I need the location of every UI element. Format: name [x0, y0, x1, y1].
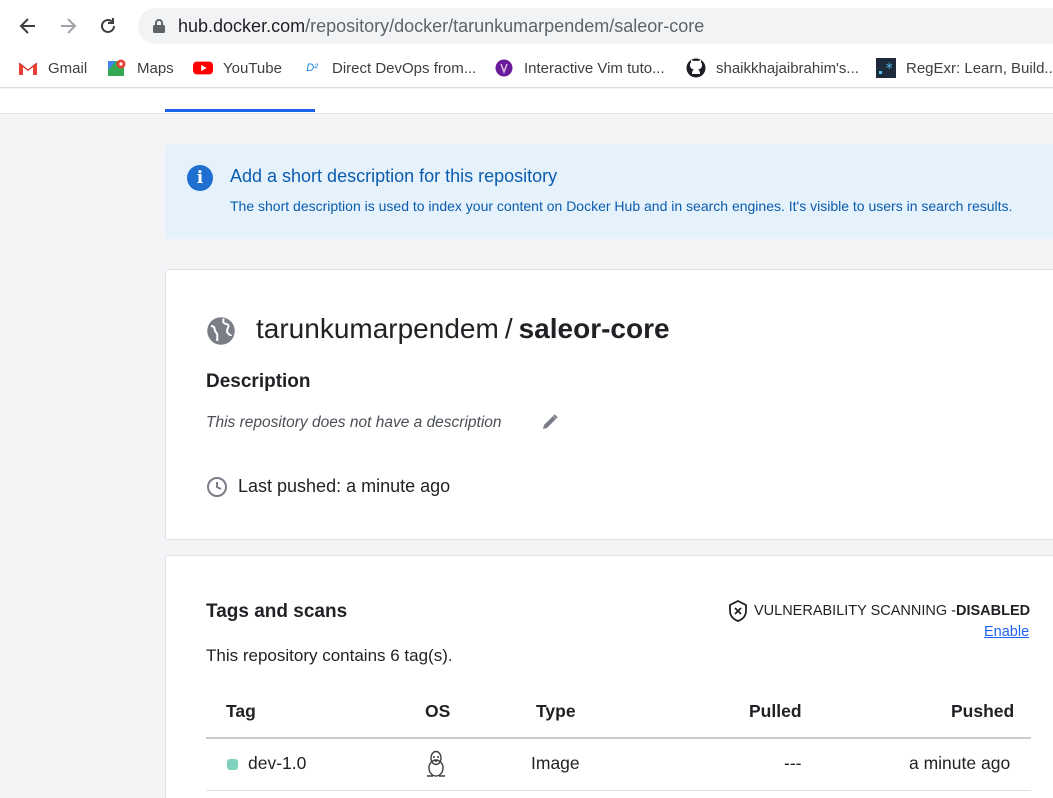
forward-button[interactable]: [54, 12, 82, 40]
tag-pulled: ---: [784, 753, 802, 773]
forward-arrow-icon: [61, 18, 77, 34]
bookmark-regexr[interactable]: * RegExr: Learn, Build...: [876, 56, 1053, 80]
vulnerability-scanning-status: VULNERABILITY SCANNING - DISABLED: [728, 600, 1030, 622]
tag-count-text: This repository contains 6 tag(s).: [206, 646, 453, 665]
github-icon: [686, 58, 706, 78]
column-header-os: OS: [425, 701, 451, 721]
enable-scanning-link[interactable]: Enable: [984, 624, 1029, 640]
bookmark-youtube[interactable]: YouTube: [193, 56, 282, 80]
banner-text: The short description is used to index y…: [230, 198, 1013, 214]
youtube-icon: [193, 58, 213, 78]
shield-x-icon: [728, 600, 748, 622]
repo-title: tarunkumarpendem / saleor-core: [256, 313, 670, 345]
repo-separator: /: [504, 313, 513, 344]
column-header-pulled[interactable]: Pulled: [749, 701, 802, 722]
bookmark-label: YouTube: [223, 59, 282, 77]
repo-info-card: tarunkumarpendem / saleor-core Description…: [165, 269, 1053, 540]
bookmark-label: shaikkhajaibrahim's...: [716, 59, 859, 77]
repo-name: saleor-core: [518, 313, 670, 344]
browser-toolbar: hub.docker.com/repository/docker/tarunku…: [0, 0, 1053, 50]
bookmark-label: Gmail: [48, 59, 88, 77]
tag-status-dot: [227, 759, 238, 770]
bookmarks-bar: Gmail Maps YouTube D² Direct DevOps from…: [0, 50, 1053, 88]
clock-icon: [207, 477, 227, 497]
last-pushed-text: Last pushed: a minute ago: [238, 476, 451, 496]
info-icon: i: [187, 165, 213, 191]
active-tab-indicator: [165, 109, 315, 112]
reload-button[interactable]: [94, 12, 122, 40]
bookmark-vim[interactable]: Interactive Vim tuto...: [494, 56, 665, 80]
devops-icon: D²: [306, 62, 318, 74]
url-text: hub.docker.com/repository/docker/tarunku…: [178, 16, 704, 37]
tag-name-link[interactable]: dev-1.0: [248, 753, 306, 774]
url-host: hub.docker.com: [178, 16, 306, 36]
bookmark-gmail[interactable]: Gmail: [18, 56, 87, 80]
url-path: /repository/docker/tarunkumarpendem/sale…: [305, 16, 705, 36]
bookmark-label: Interactive Vim tuto...: [524, 59, 665, 77]
vuln-label: VULNERABILITY SCANNING -: [754, 603, 956, 619]
bookmark-maps[interactable]: Maps: [107, 56, 174, 80]
bookmark-devops[interactable]: D² Direct DevOps from...: [302, 56, 476, 80]
linux-icon: [427, 750, 445, 777]
bookmark-github[interactable]: shaikkhajaibrahim's...: [686, 56, 859, 80]
lock-icon: [153, 19, 165, 33]
tag-pushed: a minute ago: [909, 753, 1011, 773]
tag-type: Image: [531, 753, 580, 773]
tags-card: Tags and scans VULNERABILITY SCANNING - …: [165, 555, 1053, 798]
page-content: i Add a short description for this repos…: [0, 89, 1053, 798]
gmail-icon: [18, 58, 38, 78]
vim-icon: [494, 58, 514, 78]
banner-title[interactable]: Add a short description for this reposit…: [230, 166, 557, 187]
edit-pencil-icon[interactable]: [540, 412, 560, 432]
description-heading: Description: [206, 371, 311, 392]
description-banner: i Add a short description for this repos…: [165, 144, 1053, 239]
address-bar[interactable]: hub.docker.com/repository/docker/tarunku…: [138, 8, 1053, 44]
back-button[interactable]: [14, 12, 42, 40]
regexr-icon: *: [876, 58, 896, 78]
repo-namespace: tarunkumarpendem: [256, 313, 499, 344]
table-row-divider: [206, 790, 1031, 791]
column-header-type: Type: [536, 701, 576, 721]
reload-icon: [101, 18, 115, 33]
column-header-tag[interactable]: Tag: [226, 701, 256, 722]
svg-text:*: *: [885, 61, 893, 77]
description-text: This repository does not have a descript…: [206, 414, 502, 431]
table-header-divider: [206, 737, 1031, 739]
bookmark-label: RegExr: Learn, Build...: [906, 59, 1053, 77]
back-arrow-icon: [19, 18, 35, 34]
globe-icon: [207, 317, 235, 345]
tags-heading: Tags and scans: [206, 601, 348, 622]
bookmark-label: Direct DevOps from...: [332, 59, 477, 77]
maps-icon: [107, 58, 127, 78]
column-header-pushed[interactable]: Pushed: [951, 701, 1014, 722]
repo-tab-strip: [0, 89, 1053, 114]
vuln-status: DISABLED: [955, 603, 1031, 619]
bookmark-label: Maps: [137, 59, 174, 77]
